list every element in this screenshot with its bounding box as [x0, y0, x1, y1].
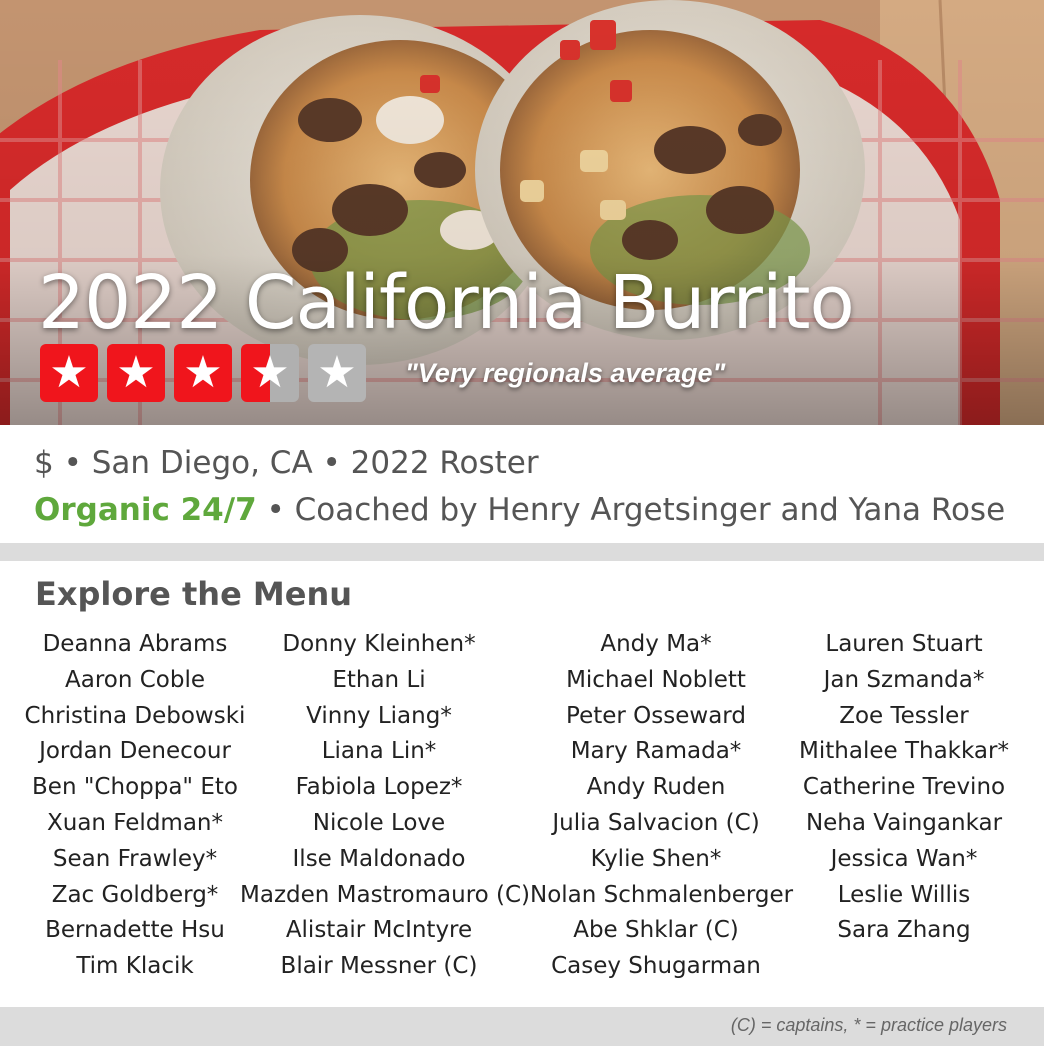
roster-name: Alistair McIntyre [285, 917, 473, 944]
roster-name: Lauren Stuart [825, 631, 983, 657]
roster-name: Abe Shklar (C) [573, 917, 739, 944]
legend-footnote: (C) = captains, * = practice players [730, 1015, 1007, 1035]
roster-name: Ben "Choppa" Eto [32, 774, 238, 801]
footer-band: (C) = captains, * = practice players [0, 1007, 1044, 1046]
roster-name: Peter Osseward [566, 702, 746, 729]
roster-name: Aaron Coble [64, 666, 205, 693]
star-icon: ★ [308, 344, 366, 402]
roster-name: Leslie Willis [837, 881, 971, 908]
star-icon: ★ [107, 344, 165, 402]
roster-name: Vinny Liang* [306, 702, 452, 729]
roster-name: Zoe Tessler [839, 702, 969, 729]
roster-name: Christina Debowski [24, 702, 246, 729]
star-icon: ★ [241, 344, 299, 402]
roster-section: Explore the Menu Deanna Abrams Aaron Cob… [0, 561, 1044, 1007]
roster-column-3: Andy Ma* Michael Noblett Peter Osseward … [530, 627, 794, 985]
roster-column-4: Lauren Stuart Jan Szmanda* Zoe Tessler M… [796, 627, 1012, 949]
roster-name: Nicole Love [312, 809, 446, 836]
coaches-text: • Coached by Henry Argetsinger and Yana … [256, 492, 1006, 528]
roster-name: Liana Lin* [321, 738, 437, 765]
roster-name: Fabiola Lopez* [295, 774, 463, 801]
roster-name: Andy Ma* [600, 631, 712, 657]
team-coach-line: Organic 24/7 • Coached by Henry Argetsin… [34, 492, 1005, 528]
roster-name: Nolan Schmalenberger [530, 881, 794, 908]
team-name: Organic 24/7 [34, 492, 257, 528]
review-quote: "Very regionals average" [405, 357, 726, 388]
roster-name: Ethan Li [332, 666, 426, 693]
roster-name: Catherine Trevino [802, 774, 1006, 801]
roster-name: Xuan Feldman* [46, 809, 223, 836]
roster-name: Michael Noblett [566, 666, 746, 693]
roster-name: Kylie Shen* [590, 845, 722, 872]
roster-name: Zac Goldberg* [51, 881, 219, 908]
page-title: 2022 California Burrito [38, 260, 855, 346]
roster-name: Julia Salvacion (C) [552, 809, 760, 836]
star-icon: ★ [174, 344, 232, 402]
roster-name: Ilse Maldonado [292, 845, 466, 872]
roster-name: Sara Zhang [837, 917, 971, 944]
roster-name: Tim Klacik [76, 953, 194, 980]
roster-name: Andy Ruden [586, 774, 726, 801]
price-location-line: $ • San Diego, CA • 2022 Roster [34, 445, 539, 481]
hero-banner: 2022 California Burrito ★ ★ ★ ★ ★ "Very … [0, 0, 1044, 425]
roster-column-2: Donny Kleinhen* Ethan Li Vinny Liang* Li… [240, 627, 531, 985]
divider-band [0, 543, 1044, 561]
roster-name: Mithalee Thakkar* [799, 738, 1009, 765]
star-rating: ★ ★ ★ ★ ★ "Very regionals average" [40, 343, 725, 403]
roster-name: Blair Messner (C) [280, 953, 478, 980]
roster-name: Jordan Denecour [39, 738, 231, 765]
roster-name: Donny Kleinhen* [282, 631, 476, 657]
roster-name: Mary Ramada* [570, 738, 742, 765]
roster-name: Jan Szmanda* [823, 666, 985, 693]
star-icon: ★ [40, 344, 98, 402]
roster-name: Deanna Abrams [42, 631, 228, 657]
roster-name: Neha Vaingankar [805, 809, 1003, 836]
roster-name: Sean Frawley* [52, 845, 218, 872]
roster-name: Jessica Wan* [830, 845, 978, 872]
section-heading: Explore the Menu [35, 575, 353, 613]
roster-name: Mazden Mastromauro (C) [240, 881, 531, 908]
team-info: $ • San Diego, CA • 2022 Roster Organic … [0, 425, 1044, 543]
roster-name: Bernadette Hsu [45, 917, 225, 944]
roster-name: Casey Shugarman [551, 953, 761, 980]
roster-column-1: Deanna Abrams Aaron Coble Christina Debo… [20, 627, 250, 985]
